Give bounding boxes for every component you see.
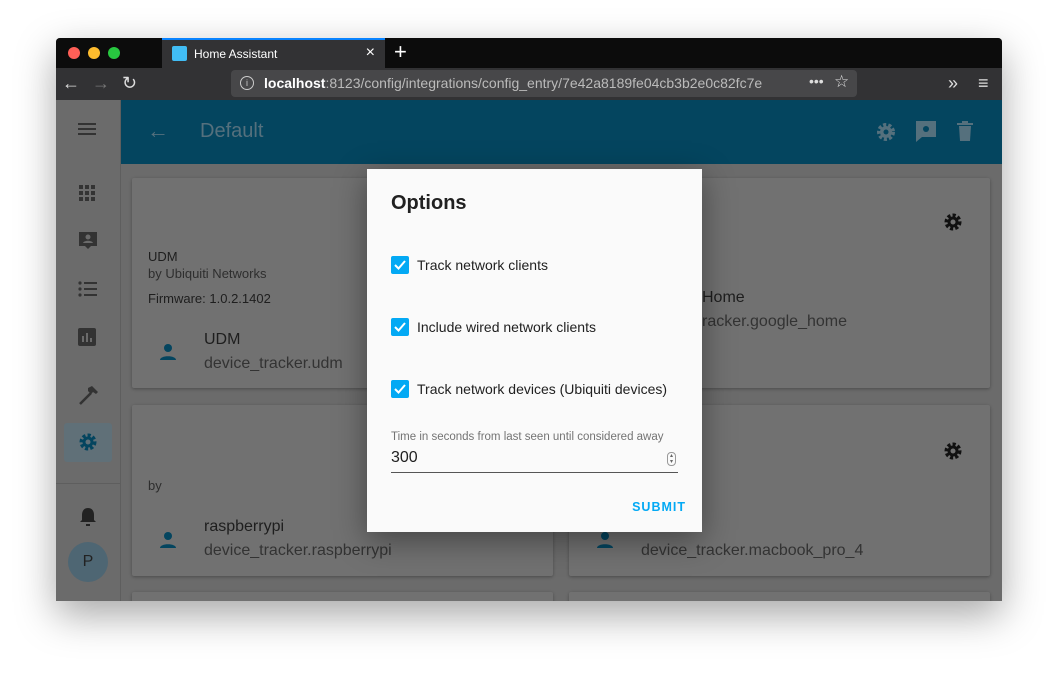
info-icon[interactable]: i [240, 76, 254, 90]
check-icon [394, 384, 406, 394]
reload-icon[interactable]: ↻ [122, 73, 137, 94]
submit-button[interactable]: SUBMIT [632, 500, 686, 514]
url-path: :8123/config/integrations/config_entry/7… [325, 75, 763, 91]
minimize-window-button[interactable] [88, 47, 100, 59]
maximize-window-button[interactable] [108, 47, 120, 59]
overview-grid-icon[interactable] [78, 184, 96, 202]
checkbox-checked[interactable] [391, 318, 409, 336]
menu-icon[interactable]: ≡ [978, 73, 989, 94]
option-label: Track network devices (Ubiquiti devices) [417, 381, 668, 397]
back-icon[interactable]: ← [62, 73, 80, 94]
person-icon [160, 344, 176, 360]
detection-time-label: Time in seconds from last seen until con… [391, 431, 664, 443]
entity-id: racker.google_home [702, 313, 847, 330]
user-avatar[interactable]: P [68, 542, 108, 582]
developer-tools-hammer-icon[interactable] [78, 384, 100, 406]
notifications-bell-icon[interactable] [78, 506, 98, 528]
map-account-icon[interactable] [78, 231, 98, 251]
system-options-gear-icon[interactable] [875, 121, 897, 143]
entity-name[interactable]: Home [702, 289, 745, 307]
entity-id: device_tracker.udm [204, 355, 343, 372]
overflow-chevron-icon[interactable]: » [948, 73, 958, 94]
option-label: Track network clients [417, 257, 548, 273]
detection-time-value: 300 [391, 449, 418, 466]
options-dialog: Options Track network clients Include wi… [367, 169, 702, 532]
device-card [132, 592, 553, 601]
sidebar-divider [56, 483, 121, 484]
bookmark-star-icon[interactable]: ☆ [834, 72, 849, 92]
title-bar: Home Assistant × + [56, 38, 1002, 68]
page-title: Default [200, 120, 264, 142]
logbook-list-icon[interactable] [78, 280, 98, 298]
gear-icon[interactable] [943, 441, 963, 461]
device-title: UDM [148, 249, 178, 264]
gear-icon[interactable] [943, 212, 963, 232]
device-manufacturer: by [148, 478, 162, 493]
history-chart-icon[interactable] [78, 328, 96, 346]
url-host: localhost [264, 75, 326, 91]
browser-toolbar: ← → ↻ i localhost:8123/config/integratio… [56, 68, 1002, 100]
gear-icon [79, 433, 97, 451]
check-icon [394, 260, 406, 270]
dialog-title: Options [391, 192, 467, 214]
back-arrow-icon[interactable]: ← [147, 118, 169, 144]
sidebar-item-configuration[interactable] [64, 423, 112, 462]
entity-id: device_tracker.macbook_pro_4 [641, 542, 864, 559]
entity-name[interactable]: raspberrypi [204, 518, 284, 536]
close-tab-icon[interactable]: × [366, 44, 375, 62]
number-spinner[interactable]: ▴ ▾ [667, 452, 676, 466]
device-card [569, 592, 990, 601]
page-actions-icon[interactable]: ••• [809, 73, 824, 89]
sidebar: P [56, 100, 121, 601]
browser-window: Home Assistant × + ← → ↻ i localhost:812… [56, 38, 1002, 601]
close-window-button[interactable] [68, 47, 80, 59]
checkbox-checked[interactable] [391, 256, 409, 274]
checkbox-checked[interactable] [391, 380, 409, 398]
person-icon [597, 532, 613, 548]
app-header: ← Default [121, 100, 1002, 164]
device-manufacturer: by Ubiquiti Networks [148, 266, 267, 281]
entity-id: device_tracker.raspberrypi [204, 542, 392, 559]
options-feedback-icon[interactable] [915, 120, 937, 144]
check-icon [394, 322, 406, 332]
device-firmware: Firmware: 1.0.2.1402 [148, 291, 271, 306]
option-label: Include wired network clients [417, 319, 596, 335]
detection-time-input[interactable]: 300 ▴ ▾ [391, 449, 678, 473]
delete-trash-icon[interactable] [957, 121, 973, 141]
home-assistant-favicon-icon [172, 46, 187, 61]
url-bar[interactable]: i localhost:8123/config/integrations/con… [231, 70, 857, 97]
forward-icon[interactable]: → [92, 73, 110, 94]
tab-title: Home Assistant [194, 47, 278, 61]
new-tab-icon[interactable]: + [394, 39, 407, 65]
sidebar-menu-icon[interactable] [78, 122, 98, 136]
entity-name[interactable]: UDM [204, 331, 240, 349]
browser-tab[interactable]: Home Assistant × [162, 38, 385, 68]
person-icon [160, 532, 176, 548]
